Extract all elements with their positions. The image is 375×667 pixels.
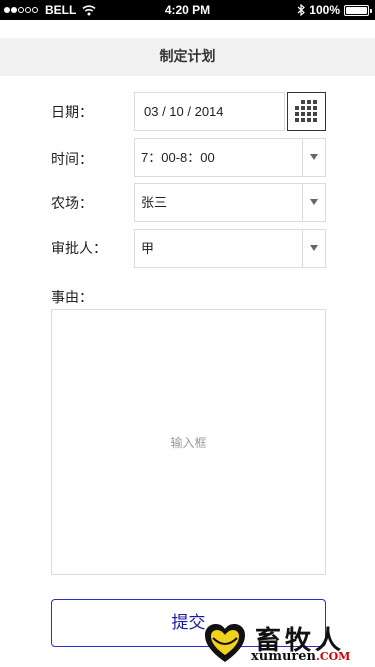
time-value: 7：00-8：00 xyxy=(141,150,215,165)
farm-label: 农场： xyxy=(51,196,93,212)
watermark-logo: 畜牧人 xumuren.COM xyxy=(203,618,373,666)
chevron-down-icon xyxy=(310,154,318,160)
status-right: 100% xyxy=(297,3,372,17)
calendar-icon xyxy=(295,100,319,124)
battery-percent: 100% xyxy=(309,3,340,17)
farm-value: 张三 xyxy=(141,195,168,210)
date-label: 日期： xyxy=(51,105,93,121)
approver-value: 甲 xyxy=(141,241,155,256)
date-input[interactable]: 03 / 10 / 2014 xyxy=(134,92,285,131)
time-label: 时间： xyxy=(51,152,93,168)
reason-textarea[interactable]: 输入框 xyxy=(51,309,326,575)
chevron-down-icon xyxy=(310,245,318,251)
page-title: 制定计划 xyxy=(0,38,375,76)
watermark-url: xumuren.COM xyxy=(251,649,351,664)
status-bar: BELL 4:20 PM 100% xyxy=(0,0,375,20)
time-select[interactable]: 7：00-8：00 xyxy=(134,138,326,177)
bluetooth-icon xyxy=(297,4,306,16)
battery-icon xyxy=(344,4,372,16)
farm-select[interactable]: 张三 xyxy=(134,183,326,222)
chevron-down-icon xyxy=(310,199,318,205)
select-divider xyxy=(302,230,303,267)
reason-label: 事由： xyxy=(51,290,93,306)
approver-select[interactable]: 甲 xyxy=(134,229,326,268)
select-divider xyxy=(302,139,303,176)
reason-placeholder: 输入框 xyxy=(170,436,207,450)
approver-label: 审批人： xyxy=(51,241,107,257)
select-divider xyxy=(302,184,303,221)
heart-logo-icon xyxy=(205,624,245,662)
calendar-button[interactable] xyxy=(287,92,326,131)
